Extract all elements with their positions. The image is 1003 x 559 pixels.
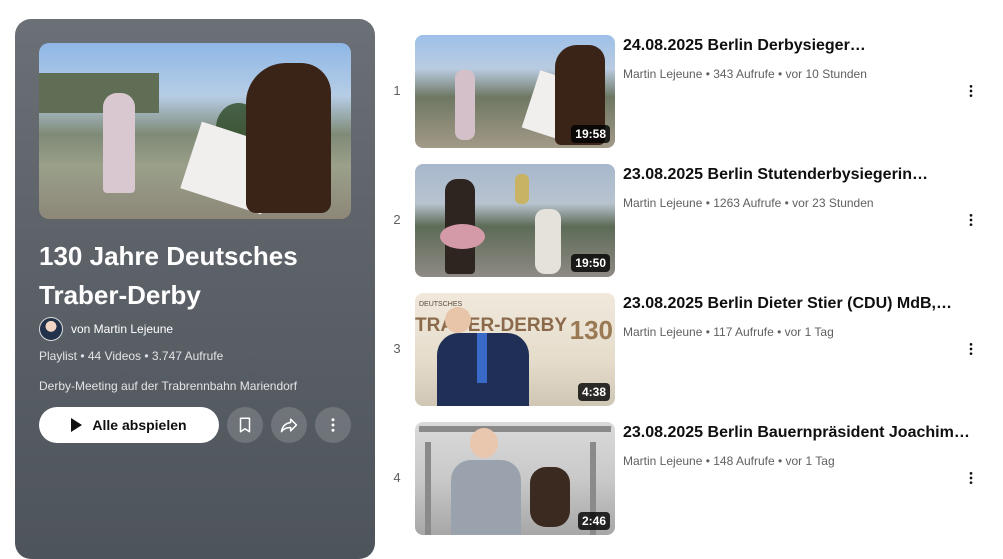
thumb-wreath xyxy=(440,224,485,249)
video-duration: 2:46 xyxy=(577,512,610,530)
more-vertical-icon xyxy=(969,85,973,97)
video-thumbnail[interactable]: 19:50 xyxy=(415,164,615,277)
video-meta: Martin Lejeune • 148 Aufrufe • vor 1 Tag xyxy=(623,454,835,468)
video-index: 1 xyxy=(393,83,401,98)
video-duration: 4:38 xyxy=(577,383,610,401)
play-all-button[interactable]: Alle abspielen xyxy=(39,407,219,443)
video-row[interactable]: 1 19:58 24.08.2025 Berlin Derbysieger… M… xyxy=(383,35,993,148)
cover-person xyxy=(103,93,135,193)
thumb-tie xyxy=(477,333,487,383)
playlist-description: Derby-Meeting auf der Trabrennbahn Marie… xyxy=(39,379,298,393)
thumb-bar xyxy=(425,442,431,535)
video-title[interactable]: 23.08.2025 Berlin Stutenderbysiegerin… xyxy=(623,166,963,184)
video-row[interactable]: 3 DEUTSCHES TRABER-DERBY 130 4:38 23.08.… xyxy=(383,293,993,406)
play-icon xyxy=(71,418,83,432)
video-title[interactable]: 23.08.2025 Berlin Dieter Stier (CDU) MdB… xyxy=(623,295,963,313)
video-duration: 19:50 xyxy=(571,254,610,272)
video-thumbnail[interactable]: DEUTSCHES TRABER-DERBY 130 4:38 xyxy=(415,293,615,406)
video-title[interactable]: 24.08.2025 Berlin Derbysieger… xyxy=(623,37,963,55)
video-title[interactable]: 23.08.2025 Berlin Bauernpräsident Joachi… xyxy=(623,424,970,442)
avatar[interactable] xyxy=(39,317,63,341)
video-index: 4 xyxy=(393,470,401,485)
thumb-horse xyxy=(530,467,570,527)
video-duration: 19:58 xyxy=(571,125,610,143)
share-icon xyxy=(280,418,298,433)
video-thumbnail[interactable]: 2:46 xyxy=(415,422,615,535)
thumb-person-head xyxy=(470,428,498,458)
video-index: 3 xyxy=(393,341,401,356)
thumb-person xyxy=(535,209,561,274)
thumb-bar xyxy=(419,426,611,432)
more-vertical-icon xyxy=(969,472,973,484)
bookmark-icon xyxy=(239,417,251,433)
thumb-person xyxy=(455,70,475,140)
thumb-person-suit xyxy=(451,460,521,535)
playlist-cover-image[interactable] xyxy=(39,43,351,219)
more-options-button[interactable] xyxy=(315,407,351,443)
video-row[interactable]: 2 19:50 23.08.2025 Berlin Stutenderbysie… xyxy=(383,164,993,277)
thumb-trophy xyxy=(515,174,529,204)
more-vertical-icon xyxy=(969,343,973,355)
thumb-person-head xyxy=(445,307,471,333)
video-meta: Martin Lejeune • 1263 Aufrufe • vor 23 S… xyxy=(623,196,874,210)
thumb-number-text: 130 xyxy=(569,315,613,345)
cover-tribune xyxy=(39,73,159,113)
cover-horse xyxy=(246,63,331,213)
video-menu-button[interactable] xyxy=(959,79,983,103)
video-meta: Martin Lejeune • 117 Aufrufe • vor 1 Tag xyxy=(623,325,834,339)
owner-name[interactable]: von Martin Lejeune xyxy=(71,322,173,336)
playlist-meta: Playlist • 44 Videos • 3.747 Aufrufe xyxy=(39,349,224,363)
video-menu-button[interactable] xyxy=(959,466,983,490)
playlist-owner[interactable]: von Martin Lejeune xyxy=(39,317,173,341)
more-vertical-icon xyxy=(969,214,973,226)
save-button[interactable] xyxy=(227,407,263,443)
video-menu-button[interactable] xyxy=(959,337,983,361)
play-all-label: Alle abspielen xyxy=(92,417,187,433)
playlist-header-panel: 130 Jahre Deutsches Traber-Derby von Mar… xyxy=(15,19,375,559)
share-button[interactable] xyxy=(271,407,307,443)
video-index: 2 xyxy=(393,212,401,227)
more-vertical-icon xyxy=(331,418,335,432)
video-meta: Martin Lejeune • 343 Aufrufe • vor 10 St… xyxy=(623,67,867,81)
video-row[interactable]: 4 2:46 23.08.2025 Berlin Bauernpräsident… xyxy=(383,422,993,535)
video-thumbnail[interactable]: 19:58 xyxy=(415,35,615,148)
video-menu-button[interactable] xyxy=(959,208,983,232)
playlist-title: 130 Jahre Deutsches Traber-Derby xyxy=(39,241,298,310)
